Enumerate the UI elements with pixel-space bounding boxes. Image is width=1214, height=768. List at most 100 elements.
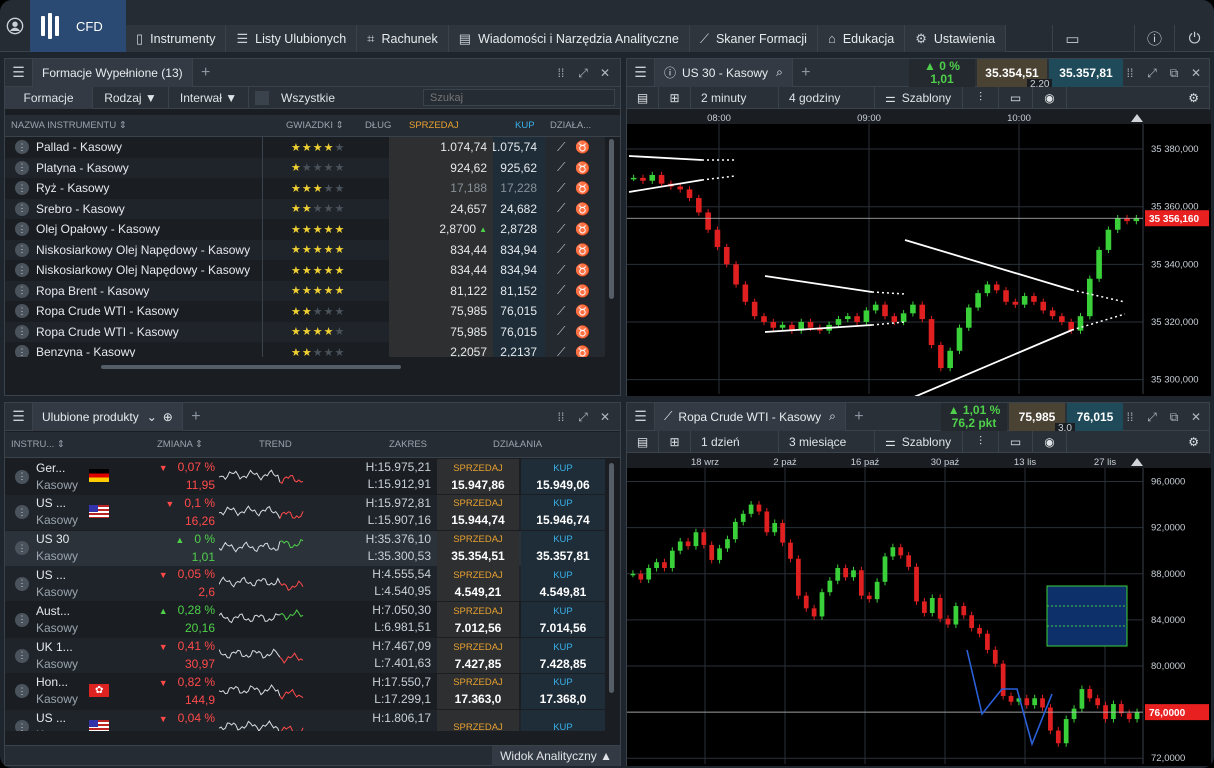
more-icon[interactable]: ⋮: [15, 222, 29, 237]
pattern-row[interactable]: ⋮ Benzyna - Kasowy ★ ★ ★ ★ ★ 2,2057 2,2137 ⟋ ♉: [5, 342, 605, 357]
buy-button[interactable]: KUP 35.357,81: [521, 530, 605, 566]
sell-button[interactable]: SPRZEDAJ: [437, 709, 519, 731]
sell-button[interactable]: SPRZEDAJ 15.944,74: [437, 494, 519, 530]
us30-chart[interactable]: 35 380,00035 360,00035 340,00035 320,000…: [627, 110, 1211, 396]
col-length[interactable]: DŁUG: [365, 115, 391, 136]
favorite-row[interactable]: ⋮ Ger... Kasowy ▼ 0,07 % 11,95 H:15.975,21 L:15…: [5, 459, 605, 494]
close-icon[interactable]: ✕: [594, 66, 616, 80]
chart-icon[interactable]: ⟋: [557, 140, 565, 155]
nav-tab-6[interactable]: ⌂ Edukacja: [817, 25, 906, 52]
pattern-row[interactable]: ⋮ Ropa Crude WTI - Kasowy ★ ★ ★ ★ ★ 75,985 76,01…: [5, 321, 605, 342]
add-tab-icon[interactable]: +: [846, 408, 872, 426]
layout-icon[interactable]: ⊞: [659, 430, 691, 453]
chart1-interval[interactable]: 2 minuty: [691, 86, 779, 109]
all-checkbox[interactable]: Wszystkie: [249, 87, 345, 109]
menu-icon[interactable]: ☰: [627, 58, 655, 87]
sell-button[interactable]: SPRZEDAJ 7.427,85: [437, 638, 519, 673]
buy-button[interactable]: KUP 15.949,06: [521, 459, 605, 494]
buy-button[interactable]: KUP: [521, 709, 605, 731]
analytic-view-button[interactable]: Widok Analityczny ▲: [492, 746, 620, 766]
expand-icon[interactable]: ⤢: [1141, 66, 1163, 81]
layout-icon[interactable]: ⊞: [659, 86, 691, 109]
sell-button[interactable]: SPRZEDAJ 35.354,51: [437, 530, 519, 566]
buy-price[interactable]: 76,015: [493, 321, 545, 342]
medal-icon[interactable]: ♉: [575, 325, 590, 339]
horizontal-scrollbar[interactable]: [101, 365, 401, 369]
sell-button[interactable]: SPRZEDAJ 4.549,21: [437, 566, 519, 602]
sell-price[interactable]: 17,188: [389, 178, 493, 199]
nav-tab-2[interactable]: ☰ Listy Ulubionych: [226, 25, 358, 52]
col-sell[interactable]: SPRZEDAJ: [409, 115, 459, 136]
menu-icon[interactable]: ☰: [5, 58, 33, 87]
close-icon[interactable]: ✕: [1185, 66, 1207, 80]
favorite-row[interactable]: ⋮ Aust... Kasowy ▲ 0,28 % 20,16 H:7.050,30 L:6.…: [5, 602, 605, 638]
buy-button[interactable]: KUP 15.946,74: [521, 494, 605, 530]
medal-icon[interactable]: ♉: [575, 284, 590, 298]
menu-icon[interactable]: ☰: [5, 402, 33, 431]
comment-icon[interactable]: ▭: [999, 86, 1033, 109]
chart-icon[interactable]: ⟋: [557, 160, 565, 175]
pattern-row[interactable]: ⋮ Ropa Brent - Kasowy ★ ★ ★ ★ ★ 81,122 81,152 ⟋ ♉: [5, 280, 605, 301]
more-icon[interactable]: ⋮: [15, 201, 29, 216]
search-input[interactable]: [423, 89, 615, 106]
chart1-templates[interactable]: ⚌ Szablony: [875, 86, 963, 109]
eye-icon[interactable]: ◉: [1033, 430, 1067, 453]
medal-icon[interactable]: ♉: [575, 263, 590, 277]
favorite-row[interactable]: ⋮ US ...Kasowy ▼ 0,04 % H:1.806,17 SPRZEDAJ KU…: [5, 709, 605, 731]
buy-price[interactable]: 76,015: [493, 301, 545, 322]
chart1-title[interactable]: ⓘ US 30 - Kasowy ⌕: [655, 58, 793, 87]
buy-price[interactable]: 834,94: [493, 239, 545, 260]
sell-price[interactable]: 75,985: [389, 301, 493, 322]
sell-price[interactable]: 1.074,74: [389, 137, 493, 158]
nav-tab-3[interactable]: ⌗ Rachunek: [357, 25, 449, 52]
interval-dropdown[interactable]: Interwał ▼: [169, 86, 249, 109]
popout-icon[interactable]: ⧉: [1163, 410, 1185, 425]
settings-icon[interactable]: ⚙: [1188, 435, 1199, 449]
window-icon[interactable]: ▭: [1052, 25, 1092, 52]
favorite-row[interactable]: ⋮ US 30 Kasowy ▲ 0 % 1,01 H:35.376,10 L:35.300,…: [5, 530, 605, 566]
chart-icon[interactable]: ⟋: [557, 201, 565, 216]
more-icon[interactable]: ⋮: [15, 324, 29, 339]
medal-icon[interactable]: ♉: [575, 243, 590, 257]
chart-icon[interactable]: ⟋: [557, 181, 565, 196]
medal-icon[interactable]: ♉: [575, 140, 590, 154]
favorite-row[interactable]: ⋮ US ... Kasowy ▼ 0,1 % 16,26 H:15.972,81 L:15.…: [5, 494, 605, 530]
sell-price[interactable]: 834,44: [389, 239, 493, 260]
more-icon[interactable]: ⋮: [15, 648, 29, 663]
chart1-period[interactable]: 4 godziny: [779, 86, 875, 109]
more-icon[interactable]: ⋮: [15, 263, 29, 278]
chart-icon[interactable]: ⟋: [557, 263, 565, 278]
expand-icon[interactable]: ⤢: [572, 66, 594, 81]
buy-price[interactable]: 81,152: [493, 280, 545, 301]
wti-chart[interactable]: 96,0000 92,0000 88,0000 84,0000 80,0000 76,00…: [627, 454, 1211, 766]
col-stars[interactable]: GWIAZDKI ⇕: [286, 115, 344, 136]
vertical-scrollbar[interactable]: [609, 139, 614, 299]
medal-icon[interactable]: ♉: [575, 202, 590, 216]
close-icon[interactable]: ✕: [594, 410, 616, 424]
more-icon[interactable]: ⋮: [15, 345, 29, 357]
medal-icon[interactable]: ♉: [575, 304, 590, 318]
col-name[interactable]: NAZWA INSTRUMENTU ⇕: [11, 115, 127, 136]
expand-icon[interactable]: ⤢: [572, 410, 594, 425]
sell-price[interactable]: 834,44: [389, 260, 493, 281]
close-icon[interactable]: ✕: [1185, 410, 1207, 424]
pattern-row[interactable]: ⋮ Ryż - Kasowy ★ ★ ★ ★ ★ 17,188 17,228 ⟋ ♉: [5, 178, 605, 199]
favorite-row[interactable]: ⋮ Hon... Kasowy ✿ ▼ 0,82 % 144,9 H:17.550,7 L:17…: [5, 673, 605, 709]
buy-price[interactable]: 17,228: [493, 178, 545, 199]
comment-icon[interactable]: ▭: [999, 430, 1033, 453]
pattern-row[interactable]: ⋮ Platyna - Kasowy ★ ★ ★ ★ ★ 924,62 925,62 ⟋ ♉: [5, 157, 605, 178]
sell-price[interactable]: 924,62: [389, 157, 493, 178]
nav-tab-5[interactable]: ⟋ Skaner Formacji: [689, 25, 818, 52]
pattern-row[interactable]: ⋮ Niskosiarkowy Olej Napędowy - Kasowy ★ ★ ★…: [5, 239, 605, 260]
sell-price[interactable]: 2,8700 ▲: [389, 219, 493, 240]
more-icon[interactable]: ⋮: [15, 160, 29, 175]
formations-tab[interactable]: Formacje: [5, 86, 93, 109]
pattern-row[interactable]: ⋮ Niskosiarkowy Olej Napędowy - Kasowy ★ ★ ★…: [5, 260, 605, 281]
more-icon[interactable]: ⋮: [15, 242, 29, 257]
buy-price[interactable]: 1.075,74: [493, 137, 545, 158]
more-icon[interactable]: ⋮: [15, 541, 29, 556]
chart-icon[interactable]: ⟋: [557, 324, 565, 339]
expand-icon[interactable]: ⤢: [1141, 410, 1163, 425]
add-tab-icon[interactable]: +: [183, 408, 209, 426]
pattern-row[interactable]: ⋮ Ropa Crude WTI - Kasowy ★ ★ ★ ★ ★ 75,985 76,01…: [5, 301, 605, 322]
